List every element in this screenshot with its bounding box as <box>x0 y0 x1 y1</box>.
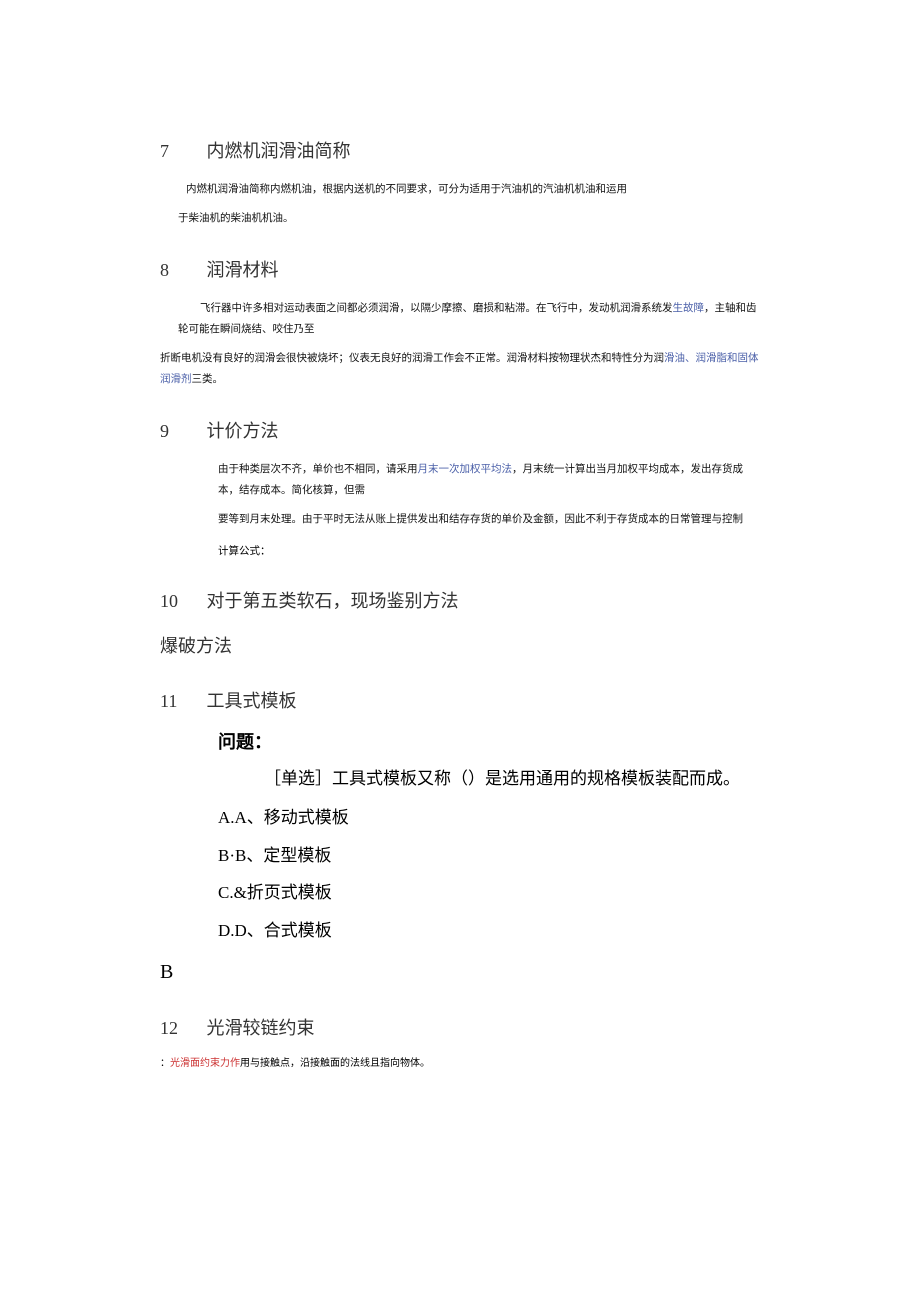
s8-p1: 飞行器中许多相对运动表面之间都必须润滑，以隔少摩擦、磨损和粘滞。在飞行中，发动机… <box>178 298 760 340</box>
s10-sub: 爆破方法 <box>160 633 760 660</box>
s12-note: ：光滑面约束力作用与接触点，沿接触面的法线且指向物体。 <box>160 1056 760 1071</box>
question-label: 问题： <box>218 729 760 756</box>
answer: B <box>160 957 760 987</box>
heading-11-num: 11 <box>160 688 202 715</box>
heading-11-title: 工具式模板 <box>207 691 297 711</box>
heading-12-num: 12 <box>160 1015 202 1042</box>
heading-8-title: 润滑材料 <box>207 260 279 280</box>
question-text: ［单选］工具式模板又称（）是选用通用的规格模板装配而成。 <box>264 766 760 792</box>
heading-9-num: 9 <box>160 418 202 445</box>
s8-link1[interactable]: 生故障 <box>673 303 705 314</box>
heading-7-title: 内燃机润滑油简称 <box>207 141 351 161</box>
heading-7-num: 7 <box>160 138 202 165</box>
s9-formula: 计算公式： <box>218 544 760 560</box>
option-d: D.D、合式模板 <box>218 918 760 944</box>
heading-11: 11 工具式模板 <box>160 688 760 715</box>
heading-10-num: 10 <box>160 588 202 615</box>
heading-8: 8 润滑材料 <box>160 257 760 284</box>
s9-p2: 要等到月末处理。由于平时无法从账上提供发出和结存存货的单价及金额，因此不利于存货… <box>218 509 760 530</box>
s12-link[interactable]: 光滑面约束力作 <box>170 1058 240 1069</box>
heading-9: 9 计价方法 <box>160 418 760 445</box>
heading-9-title: 计价方法 <box>207 421 279 441</box>
heading-10-title: 对于第五类软石，现场鉴别方法 <box>207 591 459 611</box>
option-b: B·B、定型模板 <box>218 843 760 869</box>
s7-p1: 内燃机润滑油简称内燃机油，根据内送机的不同要求，可分为适用于汽油机的汽油机机油和… <box>178 179 760 200</box>
s9-p1: 由于种类层次不齐，单价也不相同，请采用月末一次加权平均法，月末统一计算出当月加权… <box>218 459 760 501</box>
s8-p2: 折断电机没有良好的润滑会很快被烧坏；仪表无良好的润滑工作会不正常。润滑材料按物理… <box>160 348 760 390</box>
heading-7: 7 内燃机润滑油简称 <box>160 138 760 165</box>
s9-link1[interactable]: 月末一次加权平均法 <box>418 464 513 475</box>
heading-12-title: 光滑较链约束 <box>207 1018 315 1038</box>
heading-12: 12 光滑较链约束 <box>160 1015 760 1042</box>
option-a: A.A、移动式模板 <box>218 805 760 831</box>
heading-10: 10 对于第五类软石，现场鉴别方法 <box>160 588 760 615</box>
s7-p2: 于柴油机的柴油机机油。 <box>178 208 760 229</box>
question-block: 问题： ［单选］工具式模板又称（）是选用通用的规格模板装配而成。 A.A、移动式… <box>218 729 760 944</box>
option-c: C.&折页式模板 <box>218 880 760 906</box>
heading-8-num: 8 <box>160 257 202 284</box>
